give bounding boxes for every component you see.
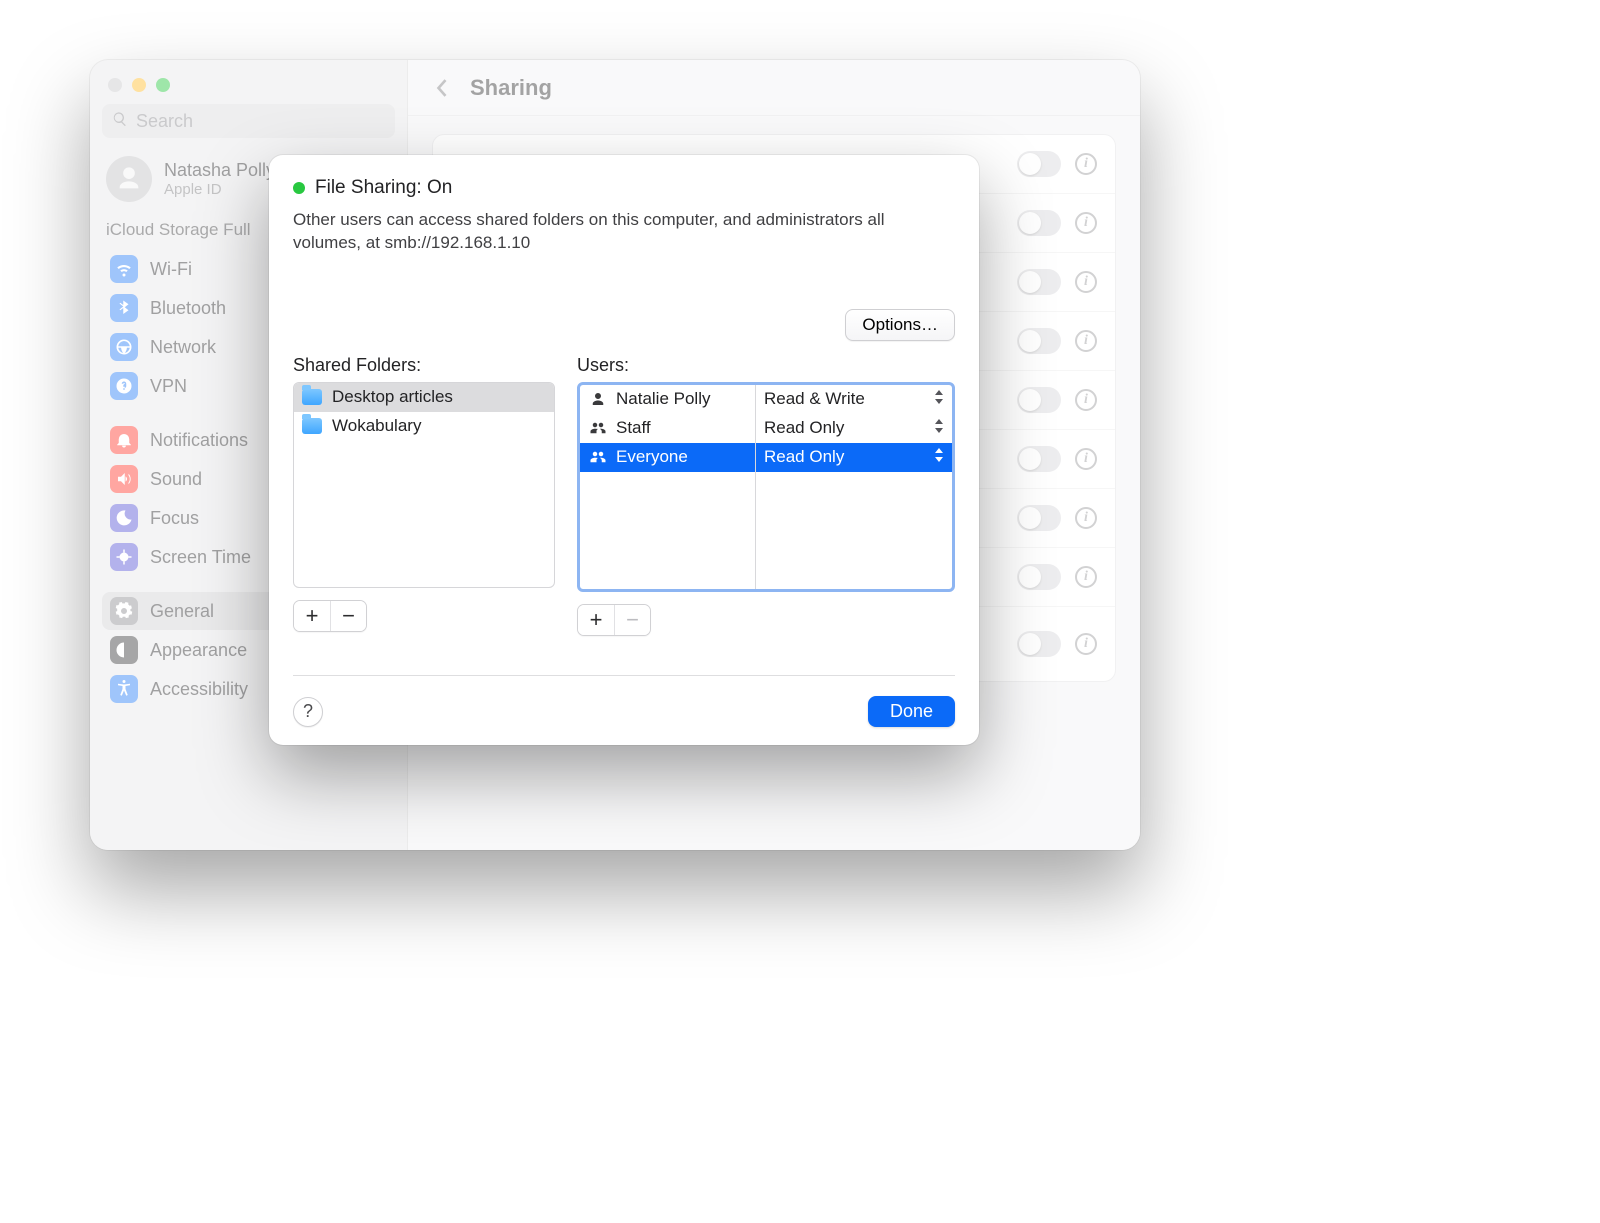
service-toggle[interactable] <box>1017 210 1061 236</box>
account-name: Natasha Polly <box>164 160 275 181</box>
done-button[interactable]: Done <box>868 696 955 727</box>
sheet-title: File Sharing: On <box>315 177 452 199</box>
page-title: Sharing <box>470 75 552 101</box>
stepper-icon <box>934 447 944 467</box>
service-toggle[interactable] <box>1017 505 1061 531</box>
service-toggle[interactable] <box>1017 328 1061 354</box>
sidebar-item-label: Notifications <box>150 430 248 451</box>
close-icon[interactable] <box>108 78 122 92</box>
search-icon <box>112 111 128 132</box>
service-toggle[interactable] <box>1017 269 1061 295</box>
info-icon[interactable]: i <box>1075 389 1097 411</box>
user-row[interactable]: Natalie Polly <box>580 385 755 414</box>
info-icon[interactable]: i <box>1075 448 1097 470</box>
permission-select[interactable]: Read & Write <box>756 385 952 414</box>
sidebar-item-label: General <box>150 601 214 622</box>
sidebar-item-label: Focus <box>150 508 199 529</box>
sheet-subtitle: Other users can access shared folders on… <box>293 209 933 255</box>
remove-folder-button[interactable]: − <box>330 601 366 631</box>
user-name: Everyone <box>616 447 688 467</box>
service-toggle[interactable] <box>1017 151 1061 177</box>
service-toggle[interactable] <box>1017 387 1061 413</box>
sidebar-item-label: Bluetooth <box>150 298 226 319</box>
info-icon[interactable]: i <box>1075 271 1097 293</box>
wifi-icon <box>110 255 138 283</box>
user-row[interactable]: Staff <box>580 414 755 443</box>
gear-icon <box>110 597 138 625</box>
permission-value: Read & Write <box>764 389 865 409</box>
file-sharing-sheet: File Sharing: On Other users can access … <box>269 155 979 745</box>
info-icon[interactable]: i <box>1075 566 1097 588</box>
add-user-button[interactable]: + <box>578 605 614 635</box>
folder-name: Wokabulary <box>332 416 421 436</box>
shared-folders-label: Shared Folders: <box>293 355 555 376</box>
info-icon[interactable]: i <box>1075 153 1097 175</box>
focus-icon <box>110 504 138 532</box>
user-name: Staff <box>616 418 651 438</box>
folder-name: Desktop articles <box>332 387 453 407</box>
info-icon[interactable]: i <box>1075 507 1097 529</box>
titlebar: Sharing <box>408 60 1140 116</box>
users-list[interactable]: Natalie Polly Staff Everyone <box>577 382 955 592</box>
appearance-icon <box>110 636 138 664</box>
network-icon <box>110 333 138 361</box>
service-toggle[interactable] <box>1017 446 1061 472</box>
bluetooth-icon <box>110 294 138 322</box>
user-name: Natalie Polly <box>616 389 711 409</box>
sidebar-item-label: Screen Time <box>150 547 251 568</box>
chevron-left-icon <box>435 77 449 99</box>
sidebar-item-label: VPN <box>150 376 187 397</box>
add-folder-button[interactable]: + <box>294 601 330 631</box>
shared-folders-list[interactable]: Desktop articles Wokabulary <box>293 382 555 588</box>
search-placeholder: Search <box>136 111 193 132</box>
remove-user-button[interactable]: − <box>614 605 650 635</box>
permission-select[interactable]: Read Only <box>756 414 952 443</box>
users-add-remove: + − <box>577 604 651 636</box>
search-input[interactable]: Search <box>102 104 395 138</box>
status-dot-on-icon <box>293 182 305 194</box>
permission-value: Read Only <box>764 418 844 438</box>
stepper-icon <box>934 418 944 438</box>
stepper-icon <box>934 389 944 409</box>
info-icon[interactable]: i <box>1075 212 1097 234</box>
group-icon <box>588 448 608 466</box>
sidebar-item-label: Appearance <box>150 640 247 661</box>
sidebar-item-label: Accessibility <box>150 679 248 700</box>
service-toggle[interactable] <box>1017 631 1061 657</box>
folders-add-remove: + − <box>293 600 367 632</box>
info-icon[interactable]: i <box>1075 330 1097 352</box>
help-button[interactable]: ? <box>293 697 323 727</box>
sidebar-item-label: Sound <box>150 469 202 490</box>
folder-row[interactable]: Wokabulary <box>294 412 554 441</box>
sidebar-item-label: Network <box>150 337 216 358</box>
account-sub: Apple ID <box>164 181 275 198</box>
avatar <box>106 156 152 202</box>
accessibility-icon <box>110 675 138 703</box>
user-row[interactable]: Everyone <box>580 443 755 472</box>
group-icon <box>588 419 608 437</box>
folder-row[interactable]: Desktop articles <box>294 383 554 412</box>
service-toggle[interactable] <box>1017 564 1061 590</box>
users-label: Users: <box>577 355 955 376</box>
permission-value: Read Only <box>764 447 844 467</box>
zoom-icon[interactable] <box>156 78 170 92</box>
minimize-icon[interactable] <box>132 78 146 92</box>
sound-icon <box>110 465 138 493</box>
window-controls <box>102 74 395 104</box>
sidebar-item-label: Wi-Fi <box>150 259 192 280</box>
permission-select[interactable]: Read Only <box>756 443 952 472</box>
info-icon[interactable]: i <box>1075 633 1097 655</box>
screentime-icon <box>110 543 138 571</box>
back-button[interactable] <box>428 74 456 102</box>
person-icon <box>588 390 608 408</box>
options-button[interactable]: Options… <box>845 309 955 341</box>
bell-icon <box>110 426 138 454</box>
folder-icon <box>302 418 322 434</box>
vpn-icon <box>110 372 138 400</box>
folder-icon <box>302 389 322 405</box>
